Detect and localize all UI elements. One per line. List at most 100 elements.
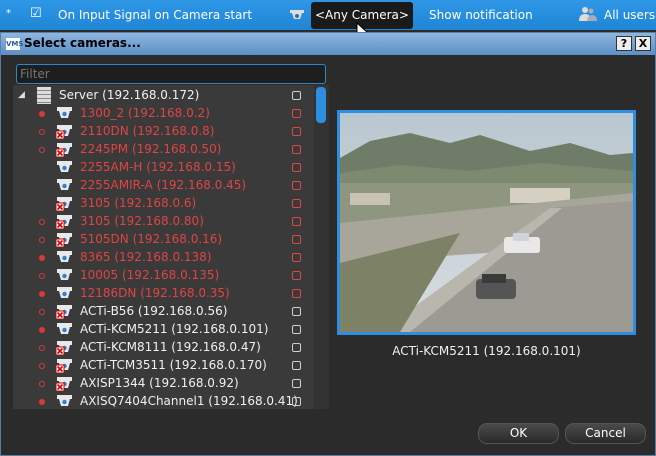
camera-checkbox[interactable] xyxy=(292,163,301,172)
preview-caption: ACTi-KCM5211 (192.168.0.101) xyxy=(392,344,581,358)
select-cameras-dialog: VMS Select cameras... ? X ◢ Server (192.… xyxy=(0,32,656,456)
camera-row[interactable]: 10005 (192.168.0.135) xyxy=(13,267,313,285)
camera-checkbox[interactable] xyxy=(292,145,301,154)
camera-checkbox[interactable] xyxy=(292,343,301,352)
camera-label: ACTi-TCM3511 (192.168.0.170) xyxy=(80,358,267,372)
camera-preview xyxy=(337,110,636,335)
camera-error-icon xyxy=(56,305,72,319)
camera-label: ACTi-B56 (192.168.0.56) xyxy=(80,304,228,318)
camera-label: AXISQ7404Channel1 (192.168.0.41) xyxy=(80,394,298,408)
camera-checkbox[interactable] xyxy=(292,325,301,334)
dome-camera-icon xyxy=(57,251,72,262)
action-type-label[interactable]: Show notification xyxy=(429,8,533,22)
camera-checkbox[interactable] xyxy=(292,397,301,406)
camera-checkbox[interactable] xyxy=(292,307,301,316)
camera-checkbox[interactable] xyxy=(292,127,301,136)
camera-row[interactable]: 2110DN (192.168.0.8) xyxy=(13,123,313,141)
server-icon xyxy=(37,87,51,104)
camera-label: ACTi-KCM8111 (192.168.0.47) xyxy=(80,340,261,354)
camera-row[interactable]: 2255AM-H (192.168.0.15) xyxy=(13,159,313,177)
recording-off-icon xyxy=(39,273,45,279)
camera-label: 2110DN (192.168.0.8) xyxy=(80,124,215,138)
camera-row[interactable]: 3105 (192.168.0.6) xyxy=(13,195,313,213)
collapse-icon[interactable]: ◢ xyxy=(18,90,25,100)
recording-off-icon xyxy=(39,129,45,135)
server-checkbox[interactable] xyxy=(292,91,301,100)
tree-scrollbar[interactable] xyxy=(314,85,329,409)
dialog-titlebar: VMS Select cameras... ? X xyxy=(1,33,655,55)
target-users-label[interactable]: All users xyxy=(604,8,655,22)
camera-row[interactable]: 12186DN (192.168.0.35) xyxy=(13,285,313,303)
camera-preview-image xyxy=(340,113,633,332)
dome-camera-icon xyxy=(57,269,72,280)
camera-row[interactable]: 2255AMIR-A (192.168.0.45) xyxy=(13,177,313,195)
recording-dot-icon xyxy=(39,255,45,261)
camera-error-icon xyxy=(56,125,72,139)
event-type-label[interactable]: On Input Signal on Camera start xyxy=(58,8,252,22)
camera-row[interactable]: AXISQ7404Channel1 (192.168.0.41) xyxy=(13,393,313,409)
camera-row[interactable]: 5105DN (192.168.0.16) xyxy=(13,231,313,249)
dome-camera-icon xyxy=(57,323,72,334)
users-icon xyxy=(579,7,597,21)
recording-off-icon xyxy=(39,309,45,315)
recording-off-icon xyxy=(39,237,45,243)
camera-label: 8365 (192.168.0.138) xyxy=(80,250,212,264)
camera-checkbox[interactable] xyxy=(292,379,301,388)
camera-label: 2255AMIR-A (192.168.0.45) xyxy=(80,178,247,192)
camera-row[interactable]: 3105 (192.168.0.80) xyxy=(13,213,313,231)
camera-row[interactable]: ACTi-KCM5211 (192.168.0.101) xyxy=(13,321,313,339)
close-button[interactable]: X xyxy=(635,36,651,51)
ok-button[interactable]: OK xyxy=(478,423,559,444)
dome-camera-icon xyxy=(57,107,72,118)
camera-checkbox[interactable] xyxy=(292,253,301,262)
camera-error-icon xyxy=(56,143,72,157)
camera-tree: ◢ Server (192.168.0.172) 1300_2 (192.168… xyxy=(13,85,329,409)
dome-camera-icon xyxy=(57,395,72,406)
camera-row[interactable]: ACTi-TCM3511 (192.168.0.170) xyxy=(13,357,313,375)
modified-marker: * xyxy=(6,8,11,19)
recording-dot-icon xyxy=(39,291,45,297)
rule-enabled-checkbox[interactable]: ☑ xyxy=(30,6,42,21)
camera-label: AXISP1344 (192.168.0.92) xyxy=(80,376,239,390)
recording-off-icon xyxy=(39,219,45,225)
camera-label: 5105DN (192.168.0.16) xyxy=(80,232,223,246)
camera-error-icon xyxy=(56,377,72,391)
tree-server-row[interactable]: ◢ Server (192.168.0.172) xyxy=(13,87,313,105)
camera-checkbox[interactable] xyxy=(292,181,301,190)
camera-error-icon xyxy=(56,215,72,229)
scrollbar-thumb[interactable] xyxy=(316,87,326,123)
camera-error-icon xyxy=(56,341,72,355)
camera-label: 1300_2 (192.168.0.2) xyxy=(80,106,210,120)
camera-error-icon xyxy=(56,197,72,211)
camera-error-icon xyxy=(56,359,72,373)
camera-row[interactable]: AXISP1344 (192.168.0.92) xyxy=(13,375,313,393)
camera-row[interactable]: ACTi-KCM8111 (192.168.0.47) xyxy=(13,339,313,357)
cancel-button[interactable]: Cancel xyxy=(565,423,646,444)
camera-label: ACTi-KCM5211 (192.168.0.101) xyxy=(80,322,269,336)
recording-dot-icon xyxy=(39,327,45,333)
camera-checkbox[interactable] xyxy=(292,217,301,226)
app-logo-icon: VMS xyxy=(6,38,24,50)
camera-row[interactable]: ACTi-B56 (192.168.0.56) xyxy=(13,303,313,321)
camera-checkbox[interactable] xyxy=(292,271,301,280)
camera-row[interactable]: 8365 (192.168.0.138) xyxy=(13,249,313,267)
dome-camera-icon xyxy=(57,287,72,298)
camera-label: 2245PM (192.168.0.50) xyxy=(80,142,222,156)
camera-checkbox[interactable] xyxy=(292,361,301,370)
camera-row[interactable]: 2245PM (192.168.0.50) xyxy=(13,141,313,159)
camera-label: 10005 (192.168.0.135) xyxy=(80,268,220,282)
camera-checkbox[interactable] xyxy=(292,199,301,208)
recording-off-icon xyxy=(39,363,45,369)
help-button[interactable]: ? xyxy=(616,36,632,51)
camera-error-icon xyxy=(56,233,72,247)
camera-checkbox[interactable] xyxy=(292,235,301,244)
camera-checkbox[interactable] xyxy=(292,109,301,118)
camera-label: 2255AM-H (192.168.0.15) xyxy=(80,160,236,174)
recording-dot-icon xyxy=(39,111,45,117)
camera-checkbox[interactable] xyxy=(292,289,301,298)
camera-icon xyxy=(290,10,304,19)
filter-input[interactable] xyxy=(16,64,326,84)
recording-off-icon xyxy=(39,381,45,387)
camera-row[interactable]: 1300_2 (192.168.0.2) xyxy=(13,105,313,123)
dome-camera-icon xyxy=(57,179,72,190)
